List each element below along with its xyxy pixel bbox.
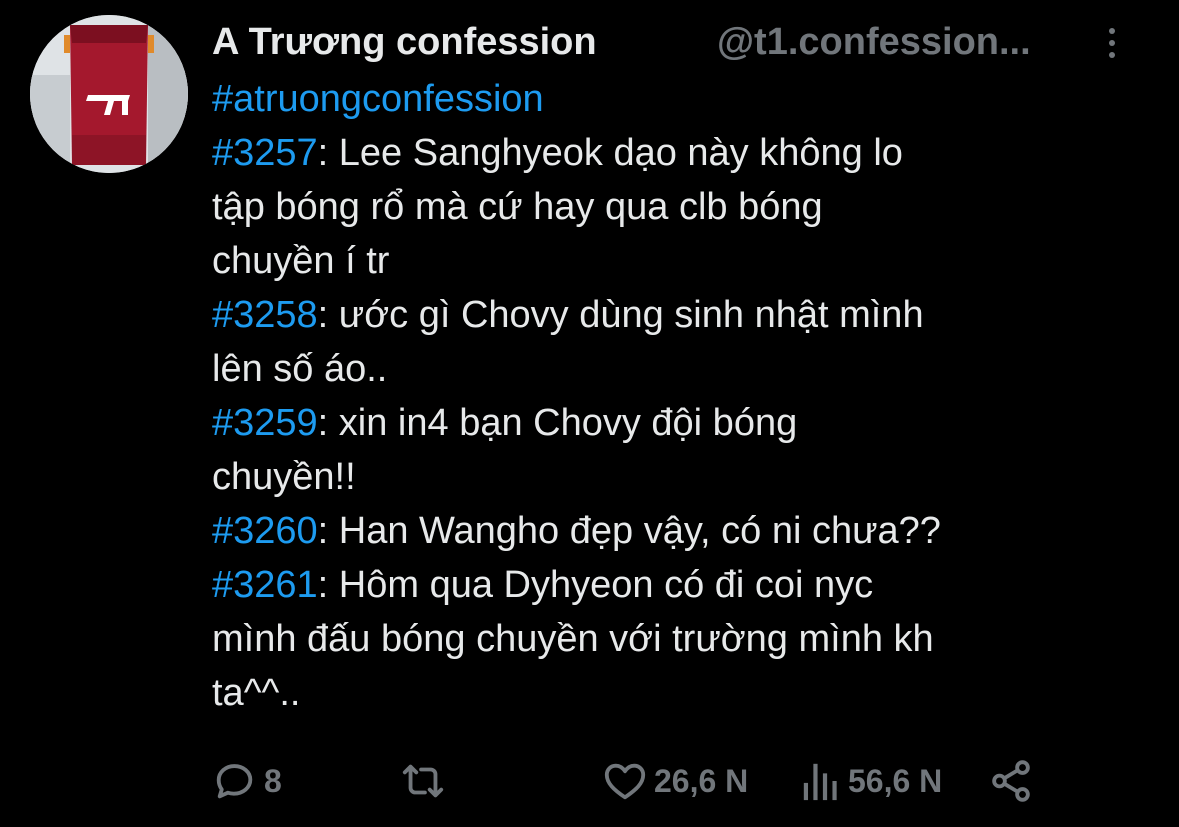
hashtag-link[interactable]: #atruongconfession [212,78,544,120]
tweet-text: #atruongconfession #3257: Lee Sanghyeok d… [212,72,1142,720]
tweet-text-line: mình đấu bóng chuyền với trường mình kh [212,612,1142,666]
tweet-actions: 8 26,6 N 56,6 N [212,755,1052,807]
share-icon [992,760,1030,802]
tweet-text-segment: : Lee Sanghyeok dạo này không lo [317,132,903,174]
more-icon-dot [1109,40,1115,46]
views-icon [803,763,837,801]
more-icon-dot [1109,28,1115,34]
more-icon-dot [1109,52,1115,58]
display-name[interactable]: A Trương confession [212,18,597,66]
tweet-text-line: #3260: Han Wangho đẹp vậy, có ni chưa?? [212,504,1142,558]
tweet-text-line: chuyền!! [212,450,1142,504]
tweet-text-segment: : xin in4 bạn Chovy đội bóng [317,402,798,444]
username-handle[interactable]: @t1.confession... [717,18,1031,66]
reply-count: 8 [264,762,282,799]
more-options-button[interactable] [1097,24,1127,62]
tweet-text-line: #3258: ước gì Chovy dùng sinh nhật mình [212,288,1142,342]
tweet-text-line: #3259: xin in4 bạn Chovy đội bóng [212,396,1142,450]
tweet-text-segment: mình đấu bóng chuyền với trường mình kh [212,618,934,660]
reply-button[interactable]: 8 [212,755,282,807]
tweet-text-segment: : Han Wangho đẹp vậy, có ni chưa?? [317,510,941,552]
avatar[interactable] [30,15,188,173]
tweet-text-segment: ta^^.. [212,672,301,714]
tweet-text-line: tập bóng rổ mà cứ hay qua clb bóng [212,180,1142,234]
tweet-text-segment: : ước gì Chovy dùng sinh nhật mình [317,294,924,336]
tweet-header: A Trương confession @t1.confession... [212,18,1152,68]
like-button[interactable]: 26,6 N [602,755,748,807]
confession-number-link[interactable]: #3258 [212,294,318,336]
tweet-text-segment: chuyền í tr [212,240,390,282]
reply-icon [216,764,253,799]
tweet-text-segment: chuyền!! [212,456,356,498]
like-count: 26,6 N [654,762,749,799]
tweet-text-line: lên số áo.. [212,342,1142,396]
views-count: 56,6 N [848,762,943,799]
heart-icon [604,763,646,800]
avatar-image [30,15,188,173]
tweet-text-line: chuyền í tr [212,234,1142,288]
retweet-icon [402,764,444,798]
confession-number-link[interactable]: #3261 [212,564,318,606]
tweet-text-segment: lên số áo.. [212,348,388,390]
tweet-text-segment: tập bóng rổ mà cứ hay qua clb bóng [212,186,823,228]
confession-number-link[interactable]: #3260 [212,510,318,552]
tweet-text-line: #3261: Hôm qua Dyhyeon có đi coi nyc [212,558,1142,612]
tweet-text-line: #atruongconfession [212,72,1142,126]
tweet-text-line: ta^^.. [212,666,1142,720]
tweet-text-line: #3257: Lee Sanghyeok dạo này không lo [212,126,1142,180]
tweet-text-segment: : Hôm qua Dyhyeon có đi coi nyc [317,564,874,606]
retweet-button[interactable] [400,755,452,807]
views-button[interactable]: 56,6 N [800,755,942,807]
confession-number-link[interactable]: #3257 [212,132,318,174]
confession-number-link[interactable]: #3259 [212,402,318,444]
share-button[interactable] [988,755,1034,807]
